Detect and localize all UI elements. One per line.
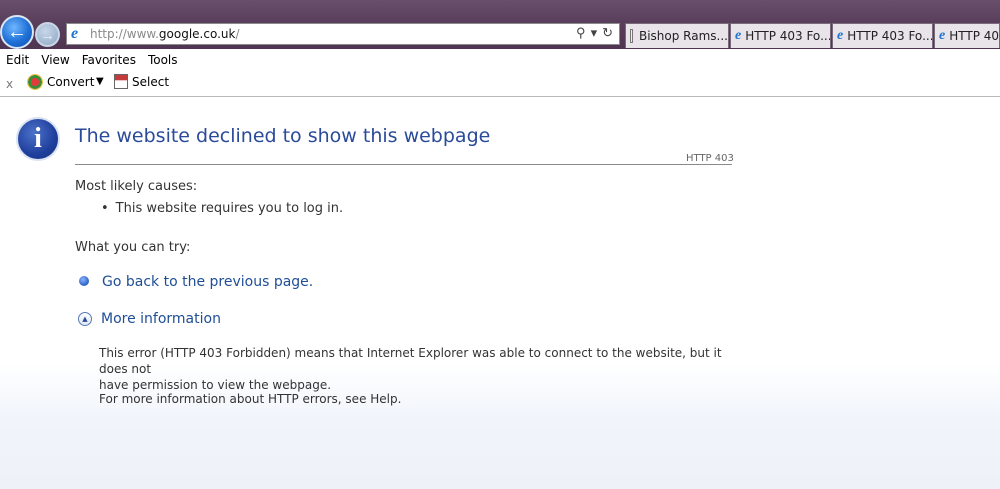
convert-label: Convert xyxy=(47,75,95,89)
menu-tools[interactable]: Tools xyxy=(142,53,184,67)
menu-edit[interactable]: Edit xyxy=(0,53,35,67)
tab-bishop[interactable]: Bishop Rams... xyxy=(625,23,729,48)
menu-favorites[interactable]: Favorites xyxy=(76,53,142,67)
more-info-link[interactable]: More information xyxy=(101,311,221,327)
search-icon[interactable]: ⚲ xyxy=(576,25,586,41)
convert-button[interactable]: Convert xyxy=(27,74,94,90)
help-text: For more information about HTTP errors, … xyxy=(99,392,402,406)
forward-button[interactable]: → xyxy=(35,22,60,47)
tab-label: Bishop Rams... xyxy=(638,29,728,43)
address-bar[interactable]: e http://www.google.co.uk/ ⚲ ▾ ↻ xyxy=(66,23,620,45)
menu-view[interactable]: View xyxy=(35,53,75,67)
http-status-code: HTTP 403 xyxy=(686,153,734,164)
ie-logo-icon: e xyxy=(837,28,844,43)
select-label: Select xyxy=(132,74,170,89)
ie-logo-icon: e xyxy=(939,28,946,43)
title-divider xyxy=(75,164,732,165)
more-info-row[interactable]: ▲ More information xyxy=(78,311,221,327)
page-background xyxy=(0,97,1000,489)
forward-arrow-icon: → xyxy=(40,26,55,43)
info-icon: i xyxy=(16,117,60,161)
close-toolbar-icon[interactable]: x xyxy=(6,77,13,91)
convert-pdf-icon xyxy=(27,74,43,90)
select-button[interactable]: Select xyxy=(114,74,169,89)
menu-bar: Edit View Favorites Tools xyxy=(0,49,1000,71)
tab-label: HTTP 40 xyxy=(949,29,1000,43)
tab-http-403-2[interactable]: e HTTP 403 Fo... xyxy=(832,23,933,48)
page-title: The website declined to show this webpag… xyxy=(75,125,491,147)
command-bar: x Convert ▼ Select xyxy=(0,71,1000,97)
tab-http-403-3[interactable]: e HTTP 40 xyxy=(934,23,1000,48)
collapse-chevron-icon[interactable]: ▲ xyxy=(78,312,92,326)
convert-dropdown-icon[interactable]: ▼ xyxy=(96,76,104,87)
bullet: • xyxy=(101,201,109,216)
tab-label: HTTP 403 Fo... xyxy=(847,29,933,43)
select-pdf-icon xyxy=(114,74,128,89)
cause-item: • This website requires you to log in. xyxy=(101,201,343,216)
error-explanation: This error (HTTP 403 Forbidden) means th… xyxy=(99,345,739,393)
explanation-line: This error (HTTP 403 Forbidden) means th… xyxy=(99,346,722,376)
browser-title-bar: ← → e http://www.google.co.uk/ ⚲ ▾ ↻ Bis… xyxy=(0,0,1000,49)
bullet-icon xyxy=(79,275,89,286)
address-dropdown-icon[interactable]: ▾ xyxy=(591,25,598,41)
go-back-row[interactable]: Go back to the previous page. xyxy=(79,274,313,290)
back-button[interactable]: ← xyxy=(0,15,34,49)
tab-label: HTTP 403 Fo... xyxy=(745,29,831,43)
ie-logo-icon: e xyxy=(735,28,742,43)
cause-text: This website requires you to log in. xyxy=(115,201,344,216)
address-url[interactable]: http://www.google.co.uk/ xyxy=(90,27,240,41)
go-back-link[interactable]: Go back to the previous page. xyxy=(102,274,313,290)
ie-logo-icon: e xyxy=(71,25,79,42)
causes-heading: Most likely causes: xyxy=(75,179,198,194)
refresh-icon[interactable]: ↻ xyxy=(602,25,613,41)
back-arrow-icon: ← xyxy=(7,20,27,43)
page-icon xyxy=(630,29,633,43)
try-heading: What you can try: xyxy=(75,240,191,255)
tab-http-403-1[interactable]: e HTTP 403 Fo... xyxy=(730,23,831,48)
